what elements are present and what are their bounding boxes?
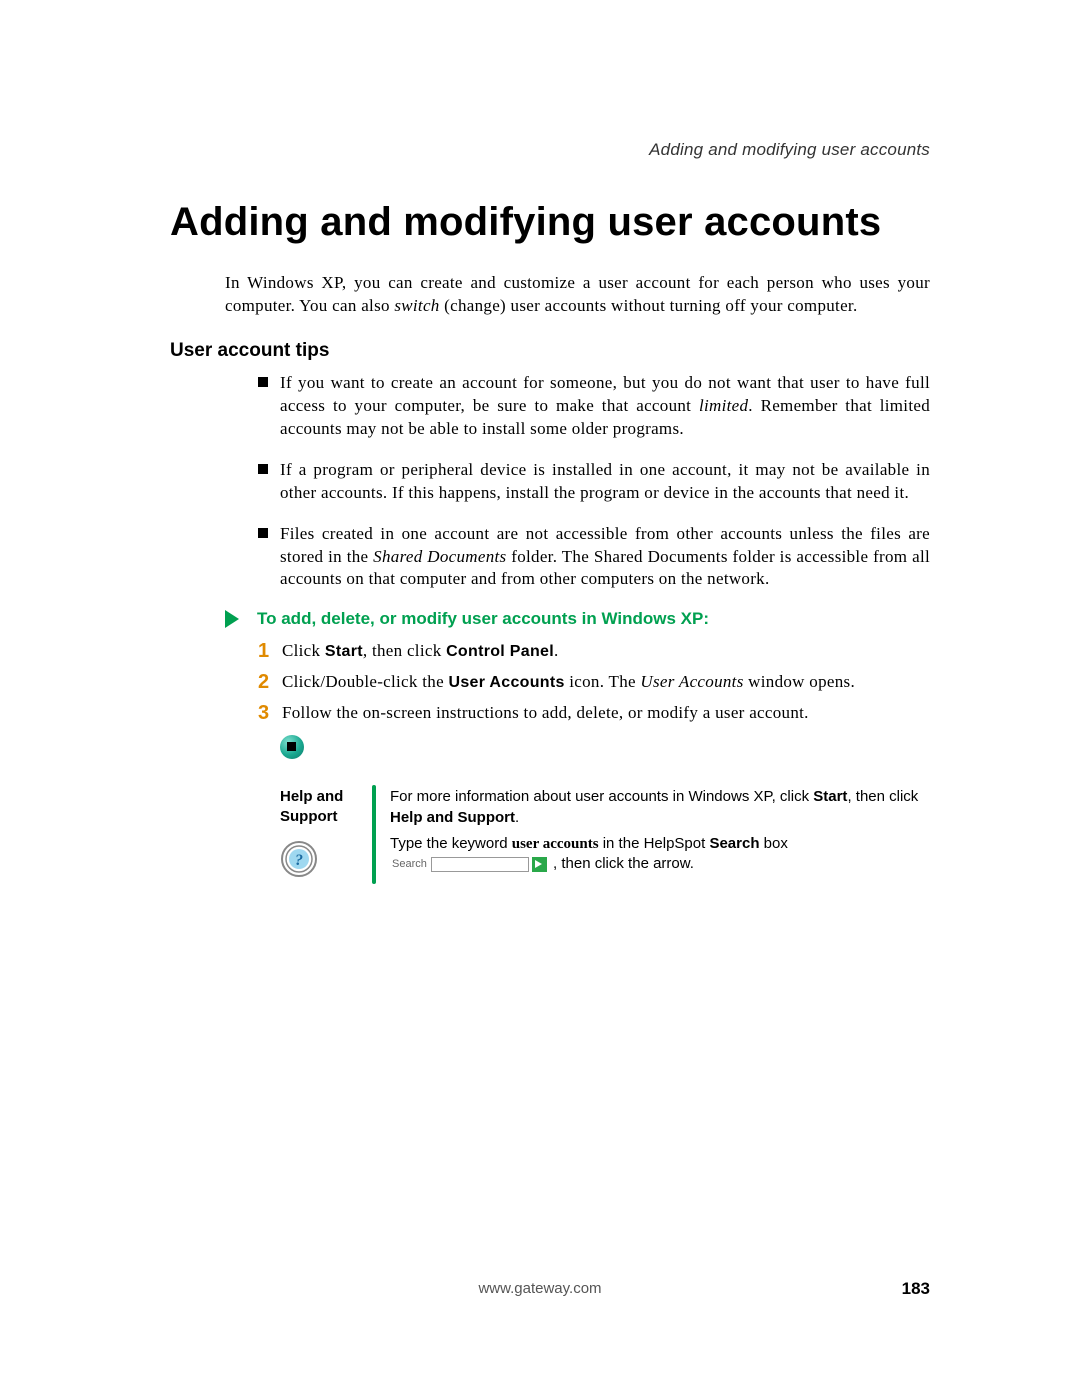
help-text: . — [515, 809, 519, 826]
help-text: , then click the arrow. — [553, 855, 694, 872]
running-head: Adding and modifying user accounts — [170, 140, 930, 160]
step-text: icon. The — [565, 672, 641, 691]
intro-paragraph: In Windows XP, you can create and custom… — [225, 272, 930, 318]
tip-text: If a program or peripheral device is ins… — [280, 460, 930, 502]
tip-text-em: Shared Documents — [373, 547, 506, 566]
step-text-bold: Control Panel — [446, 643, 554, 660]
help-text: box — [760, 835, 788, 852]
stop-icon — [280, 735, 304, 759]
help-label-line1: Help and — [280, 787, 372, 807]
svg-text:?: ? — [295, 852, 303, 869]
help-line1: For more information about user accounts… — [390, 787, 930, 828]
help-and-support-box: Help and Support ? For more information … — [280, 785, 930, 884]
step-text-italic: User Accounts — [640, 672, 743, 691]
help-label-column: Help and Support ? — [280, 785, 372, 884]
list-item: Click Start, then click Control Panel. — [258, 639, 930, 664]
list-item: Follow the on-screen instructions to add… — [258, 701, 930, 726]
play-icon — [225, 610, 239, 628]
step-text: , then click — [363, 641, 446, 660]
tip-text-em: limited — [699, 396, 748, 415]
intro-text-post: (change) user accounts without turning o… — [440, 296, 858, 315]
step-text: window opens. — [744, 672, 855, 691]
help-text: Type the keyword — [390, 835, 512, 852]
help-label-line2: Support — [280, 807, 372, 827]
search-label: Search — [392, 857, 427, 872]
divider — [372, 785, 376, 884]
step-text: Click/Double-click the — [282, 672, 448, 691]
step-text-bold: Start — [325, 643, 363, 660]
help-text: For more information about user accounts… — [390, 788, 813, 805]
search-go-button[interactable] — [532, 857, 547, 872]
help-text-bold: Help and Support — [390, 809, 515, 826]
help-text: in the HelpSpot — [599, 835, 710, 852]
search-input[interactable] — [431, 857, 529, 872]
help-line2: Type the keyword user accounts in the He… — [390, 834, 930, 875]
list-item: Click/Double-click the User Accounts ico… — [258, 670, 930, 695]
intro-text-em: switch — [394, 296, 439, 315]
help-text: , then click — [847, 788, 918, 805]
page-title: Adding and modifying user accounts — [170, 200, 930, 244]
step-text-bold: User Accounts — [448, 674, 564, 691]
list-item: If a program or peripheral device is ins… — [258, 459, 930, 505]
tips-list: If you want to create an account for som… — [258, 372, 930, 592]
help-icon: ? — [280, 840, 372, 884]
page-number: 183 — [902, 1279, 930, 1299]
tips-heading: User account tips — [170, 340, 930, 362]
end-of-procedure-icon — [280, 735, 930, 759]
procedure-heading-row: To add, delete, or modify user accounts … — [225, 609, 930, 629]
procedure-heading: To add, delete, or modify user accounts … — [257, 609, 709, 629]
step-text: Click — [282, 641, 325, 660]
help-text-keyword: user accounts — [512, 836, 599, 852]
step-text: . — [554, 641, 559, 660]
list-item: Files created in one account are not acc… — [258, 523, 930, 592]
search-mock: Search — [392, 857, 547, 872]
list-item: If you want to create an account for som… — [258, 372, 930, 441]
help-content: For more information about user accounts… — [390, 785, 930, 884]
help-text-bold: Start — [813, 788, 847, 805]
step-text: Follow the on-screen instructions to add… — [282, 703, 809, 722]
help-text-bold: Search — [709, 835, 759, 852]
procedure-steps: Click Start, then click Control Panel. C… — [258, 639, 930, 725]
